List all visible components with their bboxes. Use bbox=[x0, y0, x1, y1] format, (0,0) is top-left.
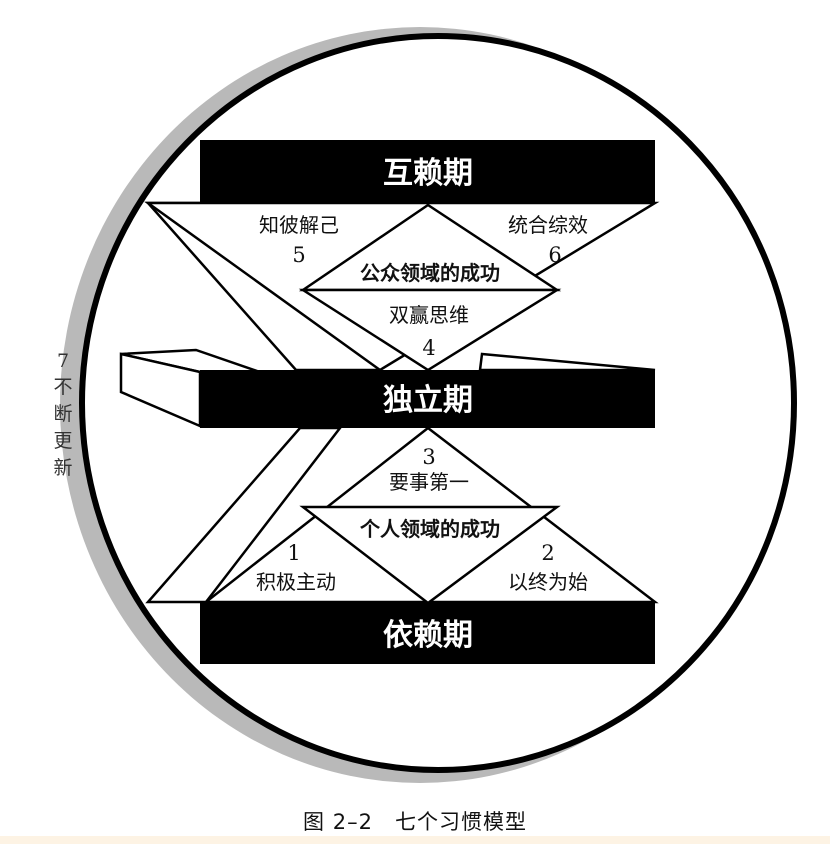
habit2-number: 2 bbox=[541, 541, 554, 565]
habit2-label: 以终为始 bbox=[508, 570, 588, 594]
private-victory-label: 个人领域的成功 bbox=[359, 517, 500, 541]
habit4-number: 4 bbox=[422, 336, 435, 360]
public-victory-label: 公众领域的成功 bbox=[360, 261, 500, 285]
habit5-label: 知彼解己 bbox=[259, 213, 339, 237]
dependence-label: 依赖期 bbox=[383, 618, 473, 653]
habit1-label: 积极主动 bbox=[256, 570, 336, 594]
habit6-label: 统合综效 bbox=[508, 213, 588, 237]
interdependence-label: 互赖期 bbox=[383, 156, 473, 191]
seven-habits-diagram: 互赖期 独立期 依赖期 公众领域的成功 个人领域的成功 知彼解己 5 统合综效 … bbox=[53, 27, 797, 834]
habit5-number: 5 bbox=[292, 243, 305, 267]
page: 互赖期 独立期 依赖期 公众领域的成功 个人领域的成功 知彼解己 5 统合综效 … bbox=[0, 0, 830, 844]
habit7-char-3: 更 bbox=[53, 430, 72, 452]
habit7-char-4: 新 bbox=[53, 457, 72, 479]
habit7-char-2: 断 bbox=[53, 403, 72, 425]
habit4-label: 双赢思维 bbox=[389, 303, 469, 327]
habit3-label: 要事第一 bbox=[389, 470, 469, 494]
bottom-band bbox=[0, 836, 830, 844]
figure-caption: 图 2–2 七个习惯模型 bbox=[303, 810, 527, 834]
habit1-number: 1 bbox=[287, 541, 300, 565]
habit7-number: 7 bbox=[57, 350, 69, 372]
habit7-char-1: 不 bbox=[53, 376, 72, 398]
habit6-number: 6 bbox=[548, 243, 561, 267]
habit3-number: 3 bbox=[422, 445, 435, 469]
independence-label: 独立期 bbox=[383, 383, 473, 418]
